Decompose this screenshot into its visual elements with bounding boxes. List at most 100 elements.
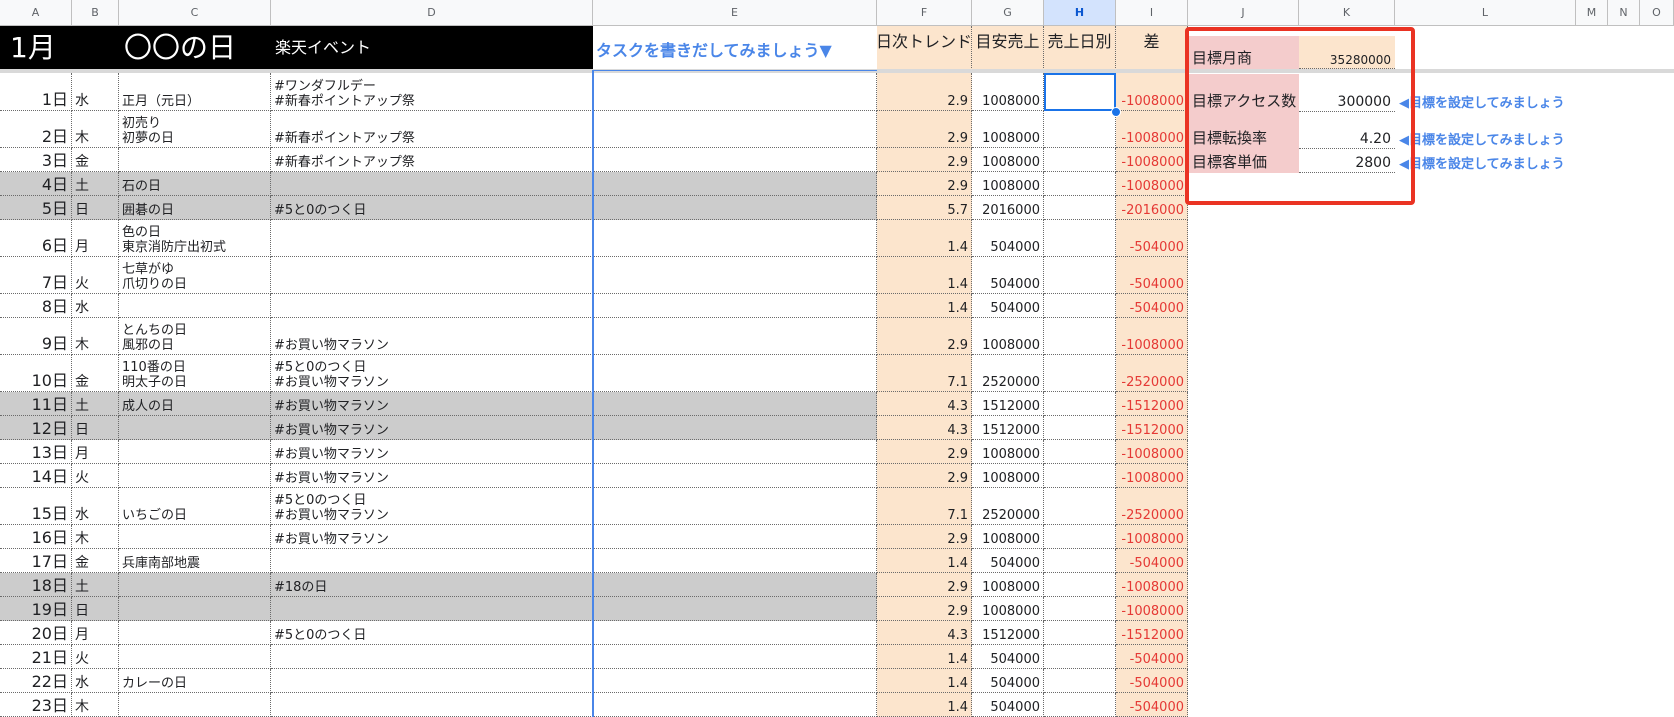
date-cell[interactable]: 11日 (0, 392, 72, 416)
date-cell[interactable]: 13日 (0, 440, 72, 464)
target-sales-cell[interactable]: 504000 (972, 220, 1044, 257)
event-cell[interactable]: #お買い物マラソン (271, 392, 593, 416)
day-name-cell[interactable]: 初売り 初夢の日 (119, 111, 271, 148)
date-cell[interactable]: 22日 (0, 669, 72, 693)
day-name-cell[interactable]: とんちの日 風邪の日 (119, 318, 271, 355)
weekday-cell[interactable]: 日 (72, 416, 119, 440)
task-cell[interactable] (593, 355, 877, 392)
task-cell[interactable] (593, 525, 877, 549)
column-header-o[interactable]: O (1640, 0, 1674, 26)
column-header-h[interactable]: H (1044, 0, 1116, 26)
trend-cell[interactable]: 2.9 (877, 464, 972, 488)
target-sales-cell[interactable]: 2520000 (972, 488, 1044, 525)
task-cell[interactable] (593, 392, 877, 416)
target-sales-cell[interactable]: 504000 (972, 669, 1044, 693)
task-cell[interactable] (593, 148, 877, 172)
day-name-cell[interactable]: 成人の日 (119, 392, 271, 416)
trend-cell[interactable]: 4.3 (877, 392, 972, 416)
weekday-cell[interactable]: 金 (72, 148, 119, 172)
task-cell[interactable] (593, 488, 877, 525)
column-header-f[interactable]: F (877, 0, 972, 26)
day-name-cell[interactable]: カレーの日 (119, 669, 271, 693)
event-cell[interactable] (271, 220, 593, 257)
day-name-cell[interactable]: 石の日 (119, 172, 271, 196)
trend-cell[interactable]: 2.9 (877, 440, 972, 464)
trend-cell[interactable]: 2.9 (877, 73, 972, 111)
weekday-cell[interactable]: 土 (72, 392, 119, 416)
day-name-cell[interactable] (119, 416, 271, 440)
weekday-cell[interactable]: 木 (72, 525, 119, 549)
daily-sales-cell[interactable] (1044, 196, 1116, 220)
event-cell[interactable]: #5と0のつく日 (271, 621, 593, 645)
day-name-cell[interactable] (119, 621, 271, 645)
trend-cell[interactable]: 1.4 (877, 549, 972, 573)
trend-header[interactable]: 日次トレンド (877, 26, 972, 70)
task-cell[interactable] (593, 220, 877, 257)
date-cell[interactable]: 4日 (0, 172, 72, 196)
event-cell[interactable]: #お買い物マラソン (271, 318, 593, 355)
target-sales-cell[interactable]: 1008000 (972, 73, 1044, 111)
date-cell[interactable]: 19日 (0, 597, 72, 621)
column-header-b[interactable]: B (72, 0, 119, 26)
weekday-cell[interactable]: 月 (72, 621, 119, 645)
daily-sales-cell[interactable] (1044, 525, 1116, 549)
trend-cell[interactable]: 2.9 (877, 525, 972, 549)
event-cell[interactable] (271, 669, 593, 693)
weekday-cell[interactable]: 水 (72, 294, 119, 318)
date-cell[interactable]: 8日 (0, 294, 72, 318)
event-cell[interactable] (271, 645, 593, 669)
daily-sales-cell[interactable] (1044, 645, 1116, 669)
diff-cell[interactable]: -504000 (1116, 645, 1188, 669)
task-cell[interactable] (593, 669, 877, 693)
task-cell[interactable] (593, 416, 877, 440)
daily-sales-cell[interactable] (1044, 597, 1116, 621)
day-name-cell[interactable] (119, 440, 271, 464)
event-title[interactable]: 楽天イベント (271, 26, 593, 70)
date-cell[interactable]: 3日 (0, 148, 72, 172)
diff-cell[interactable]: -1008000 (1116, 73, 1188, 111)
target-sales-cell[interactable]: 1512000 (972, 416, 1044, 440)
diff-cell[interactable]: -504000 (1116, 549, 1188, 573)
task-cell[interactable] (593, 549, 877, 573)
task-cell[interactable] (593, 573, 877, 597)
trend-cell[interactable]: 7.1 (877, 488, 972, 525)
event-cell[interactable]: #お買い物マラソン (271, 416, 593, 440)
weekday-cell[interactable]: 日 (72, 196, 119, 220)
diff-cell[interactable]: -504000 (1116, 693, 1188, 717)
diff-cell[interactable]: -1008000 (1116, 172, 1188, 196)
day-name-cell[interactable]: 正月（元日） (119, 73, 271, 111)
weekday-cell[interactable]: 金 (72, 549, 119, 573)
date-cell[interactable]: 2日 (0, 111, 72, 148)
event-cell[interactable]: #お買い物マラソン (271, 464, 593, 488)
target-sales-cell[interactable]: 504000 (972, 645, 1044, 669)
date-cell[interactable]: 23日 (0, 693, 72, 717)
daily-sales-cell[interactable] (1044, 294, 1116, 318)
day-name-cell[interactable]: いちごの日 (119, 488, 271, 525)
task-cell[interactable] (593, 621, 877, 645)
date-cell[interactable]: 7日 (0, 257, 72, 294)
diff-cell[interactable]: -1512000 (1116, 621, 1188, 645)
event-cell[interactable] (271, 693, 593, 717)
task-cell[interactable] (593, 597, 877, 621)
target-sales-cell[interactable]: 1008000 (972, 525, 1044, 549)
diff-cell[interactable]: -1008000 (1116, 318, 1188, 355)
event-cell[interactable] (271, 597, 593, 621)
diff-cell[interactable]: -504000 (1116, 257, 1188, 294)
daily-sales-cell[interactable] (1044, 111, 1116, 148)
trend-cell[interactable]: 1.4 (877, 693, 972, 717)
target-sales-cell[interactable]: 1008000 (972, 573, 1044, 597)
target-sales-cell[interactable]: 2016000 (972, 196, 1044, 220)
day-name-cell[interactable] (119, 645, 271, 669)
trend-cell[interactable]: 1.4 (877, 257, 972, 294)
day-name-cell[interactable] (119, 148, 271, 172)
daily-sales-cell[interactable] (1044, 488, 1116, 525)
weekday-cell[interactable]: 木 (72, 111, 119, 148)
day-name-cell[interactable]: 110番の日 明太子の日 (119, 355, 271, 392)
weekday-cell[interactable]: 火 (72, 645, 119, 669)
event-cell[interactable]: #お買い物マラソン (271, 440, 593, 464)
task-cell[interactable] (593, 73, 877, 111)
daily-sales-cell[interactable] (1044, 148, 1116, 172)
date-cell[interactable]: 1日 (0, 73, 72, 111)
date-cell[interactable]: 6日 (0, 220, 72, 257)
diff-cell[interactable]: -1008000 (1116, 440, 1188, 464)
